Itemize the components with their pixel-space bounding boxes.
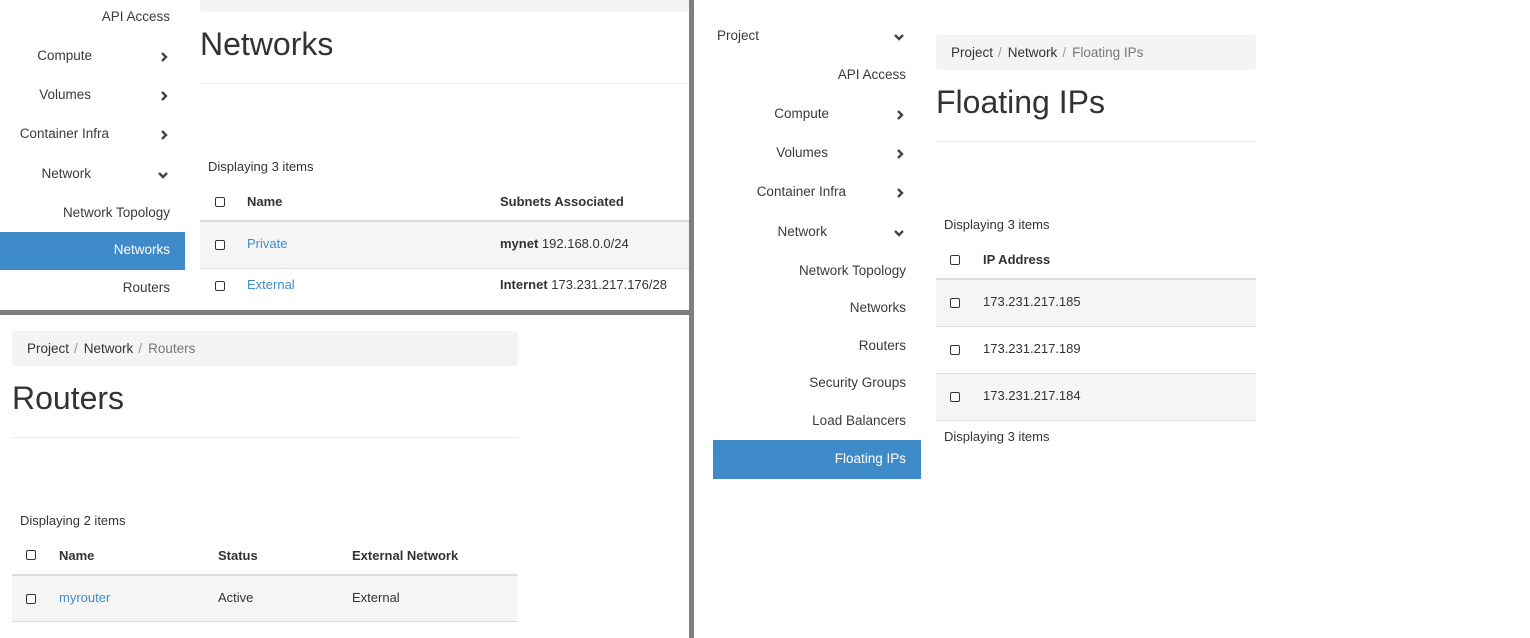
network-name-link[interactable]: External [247, 277, 295, 292]
router-external-network: External [352, 590, 400, 605]
sidebar-item-project[interactable]: Project [717, 28, 759, 43]
sidebar-item-network-topology[interactable]: Network Topology [799, 263, 906, 278]
sidebar-item-networks[interactable]: Networks [0, 232, 185, 270]
column-header-subnets[interactable]: Subnets Associated [500, 194, 624, 209]
sidebar-item-routers[interactable]: Routers [123, 280, 170, 295]
sidebar-item-compute[interactable]: Compute [774, 106, 829, 121]
row-checkbox[interactable] [950, 345, 960, 355]
sidebar-item-api-access[interactable]: API Access [102, 9, 170, 24]
item-count: Displaying 3 items [208, 159, 314, 174]
sidebar-item-network[interactable]: Network [41, 166, 91, 181]
item-count: Displaying 3 items [944, 217, 1050, 232]
row-checkbox[interactable] [215, 240, 225, 250]
item-count: Displaying 2 items [20, 513, 126, 528]
breadcrumb-separator: / [74, 341, 78, 356]
subnet-cell: Internet 173.231.217.176/28 [500, 277, 667, 292]
breadcrumb-separator: / [998, 45, 1002, 60]
sidebar-item-api-access[interactable]: API Access [838, 67, 906, 82]
networks-panel: API Access Compute Volumes Container Inf… [0, 0, 689, 310]
column-header-external-network[interactable]: External Network [352, 548, 458, 563]
subnet-name: Internet [500, 277, 548, 292]
breadcrumb-current: Floating IPs [1072, 45, 1144, 60]
breadcrumb-network[interactable]: Network [84, 341, 134, 356]
router-status: Active [218, 590, 254, 605]
chevron-right-icon[interactable] [894, 187, 906, 199]
table-row: 173.231.217.185 [936, 280, 1256, 327]
chevron-down-icon[interactable] [893, 31, 905, 43]
page-title: Routers [12, 380, 125, 416]
sidebar-item-compute[interactable]: Compute [37, 48, 92, 63]
routers-panel: Project / Network / Routers Routers Disp… [0, 315, 689, 638]
chevron-down-icon[interactable] [157, 169, 169, 181]
sidebar-item-container-infra[interactable]: Container Infra [757, 184, 846, 199]
title-divider [200, 83, 689, 84]
ip-address: 173.231.217.185 [983, 294, 1081, 309]
breadcrumb-project[interactable]: Project [951, 45, 993, 60]
sidebar-item-networks[interactable]: Networks [850, 300, 906, 315]
row-checkbox[interactable] [950, 298, 960, 308]
sidebar-item-network-topology[interactable]: Network Topology [63, 205, 170, 220]
breadcrumb-current: Routers [148, 341, 196, 356]
subnet-cell: mynet 192.168.0.0/24 [500, 236, 629, 251]
breadcrumb-project[interactable]: Project [27, 341, 69, 356]
row-checkbox[interactable] [950, 392, 960, 402]
sidebar-item-network[interactable]: Network [777, 224, 827, 239]
sidebar-item-volumes[interactable]: Volumes [39, 87, 91, 102]
page-title: Floating IPs [936, 84, 1105, 120]
floating-ips-panel: Project API Access Compute Volumes Conta… [694, 0, 1530, 638]
sidebar-item-container-infra[interactable]: Container Infra [20, 126, 109, 141]
chevron-right-icon[interactable] [158, 129, 170, 141]
table-row: External Internet 173.231.217.176/28 [200, 269, 689, 310]
subnet-cidr: 173.231.217.176/28 [551, 277, 667, 292]
chevron-right-icon[interactable] [158, 90, 170, 102]
sidebar-item-volumes[interactable]: Volumes [776, 145, 828, 160]
ip-address: 173.231.217.189 [983, 341, 1081, 356]
select-all-checkbox[interactable] [215, 197, 225, 207]
router-name-link[interactable]: myrouter [59, 590, 110, 605]
breadcrumb: Project / Network / Floating IPs [936, 35, 1256, 70]
subnet-name: mynet [500, 236, 539, 251]
page-title: Networks [200, 26, 334, 62]
ip-address: 173.231.217.184 [983, 388, 1081, 403]
column-header-name[interactable]: Name [247, 194, 282, 209]
select-all-checkbox[interactable] [950, 255, 960, 265]
title-divider [12, 437, 518, 438]
sidebar-item-floating-ips[interactable]: Floating IPs [713, 440, 921, 479]
chevron-down-icon[interactable] [893, 227, 905, 239]
sidebar-item-security-groups[interactable]: Security Groups [809, 375, 906, 390]
row-checkbox[interactable] [215, 281, 225, 291]
column-header-ip-address[interactable]: IP Address [983, 252, 1050, 267]
select-all-checkbox[interactable] [26, 550, 36, 560]
table-row: 173.231.217.189 [936, 327, 1256, 374]
column-header-name[interactable]: Name [59, 548, 94, 563]
column-header-status[interactable]: Status [218, 548, 258, 563]
breadcrumb: Project / Network / Routers [12, 331, 518, 366]
footer-item-count: Displaying 3 items [944, 429, 1050, 444]
table-row: Private mynet 192.168.0.0/24 [200, 222, 689, 269]
subnet-cidr: 192.168.0.0/24 [541, 236, 629, 251]
chevron-right-icon[interactable] [158, 51, 170, 63]
breadcrumb-separator: / [1062, 45, 1067, 60]
table-row: 173.231.217.184 [936, 374, 1256, 421]
chevron-right-icon[interactable] [894, 109, 906, 121]
breadcrumb-network[interactable]: Network [1008, 45, 1058, 60]
breadcrumb-separator: / [138, 341, 143, 356]
sidebar-item-label: Networks [113, 242, 170, 257]
table-row: myrouter Active External [12, 576, 518, 622]
row-checkbox[interactable] [26, 594, 36, 604]
breadcrumb [200, 0, 689, 12]
sidebar-item-routers[interactable]: Routers [859, 338, 906, 353]
panel-divider-horizontal [0, 310, 694, 315]
sidebar-item-load-balancers[interactable]: Load Balancers [812, 413, 906, 428]
title-divider [936, 141, 1256, 142]
chevron-right-icon[interactable] [894, 148, 906, 160]
sidebar-item-label: Floating IPs [834, 451, 906, 466]
network-name-link[interactable]: Private [247, 236, 287, 251]
